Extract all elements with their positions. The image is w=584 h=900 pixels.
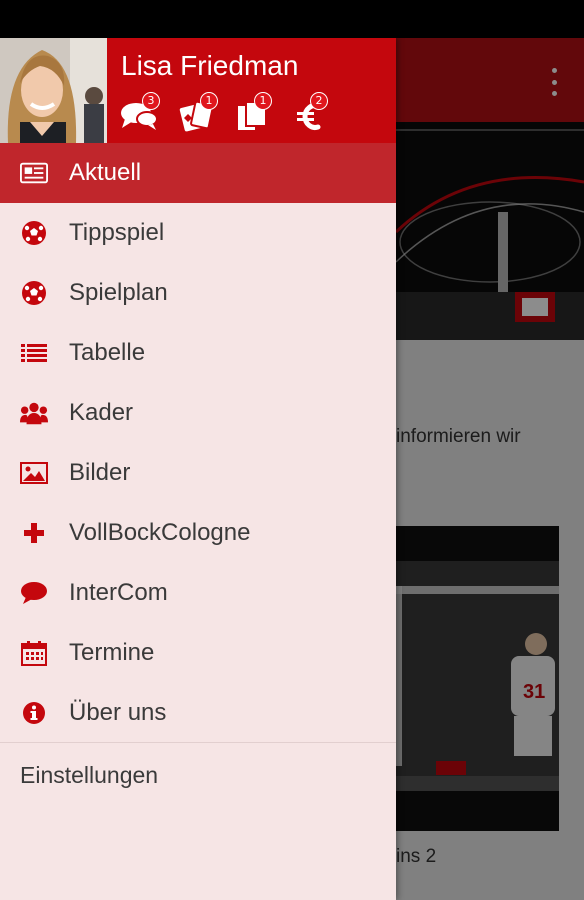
- info-icon: [20, 700, 48, 726]
- status-bar: [0, 0, 584, 38]
- newspaper-icon: [20, 160, 48, 186]
- menu-item-termine[interactable]: Termine: [0, 623, 396, 683]
- chat-bubbles-icon[interactable]: 3: [120, 92, 178, 132]
- documents-count-badge: 1: [254, 92, 272, 110]
- menu-item-tippspiel[interactable]: Tippspiel: [0, 203, 396, 263]
- menu-item-label: Bilder: [69, 459, 131, 486]
- menu-item-bilder[interactable]: Bilder: [0, 443, 396, 503]
- group-icon: [20, 400, 48, 426]
- header-notification-icons: 3 1 1 2: [120, 92, 352, 132]
- soccer-ball-icon: [20, 220, 48, 246]
- menu-item-vollbockcologne[interactable]: VollBockCologne: [0, 503, 396, 563]
- menu-item-tabelle[interactable]: Tabelle: [0, 323, 396, 383]
- calendar-icon: [20, 640, 48, 666]
- menu-divider: [0, 742, 396, 743]
- menu-item-kader[interactable]: Kader: [0, 383, 396, 443]
- menu-item-ueber-uns[interactable]: Über uns: [0, 683, 396, 743]
- menu-item-label: Aktuell: [69, 159, 142, 186]
- chat-count-badge: 3: [142, 92, 160, 110]
- menu-item-intercom[interactable]: InterCom: [0, 563, 396, 623]
- speech-bubble-icon: [20, 580, 48, 606]
- cards-count-badge: 1: [200, 92, 218, 110]
- menu-item-label: VollBockCologne: [69, 519, 251, 546]
- euro-icon[interactable]: 2: [294, 92, 352, 132]
- avatar[interactable]: [0, 38, 107, 143]
- list-icon: [20, 340, 48, 366]
- picture-icon: [20, 460, 48, 486]
- menu-item-aktuell[interactable]: Aktuell: [0, 143, 396, 203]
- user-name: Lisa Friedman: [121, 50, 299, 81]
- menu-item-label: Tippspiel: [69, 219, 165, 246]
- menu-item-label: Kader: [69, 399, 134, 426]
- menu-item-label: Tabelle: [69, 339, 146, 366]
- menu-item-spielplan[interactable]: Spielplan: [0, 263, 396, 323]
- settings-item[interactable]: Einstellungen: [20, 762, 158, 789]
- menu-item-label: Spielplan: [69, 279, 168, 306]
- documents-icon[interactable]: 1: [236, 92, 294, 132]
- euro-count-badge: 2: [310, 92, 328, 110]
- soccer-ball-icon: [20, 280, 48, 306]
- menu-item-label: Termine: [69, 639, 155, 666]
- drawer-menu: Aktuell Tippspiel Spielplan Tabelle Kade…: [0, 143, 396, 743]
- menu-item-label: InterCom: [69, 579, 168, 606]
- drawer-header: Lisa Friedman 3 1 1 2: [0, 38, 396, 143]
- navigation-drawer: Lisa Friedman 3 1 1 2 Aktuell Tippspiel …: [0, 38, 396, 900]
- cards-icon[interactable]: 1: [178, 92, 236, 132]
- menu-item-label: Über uns: [69, 699, 167, 726]
- plus-icon: [20, 520, 48, 546]
